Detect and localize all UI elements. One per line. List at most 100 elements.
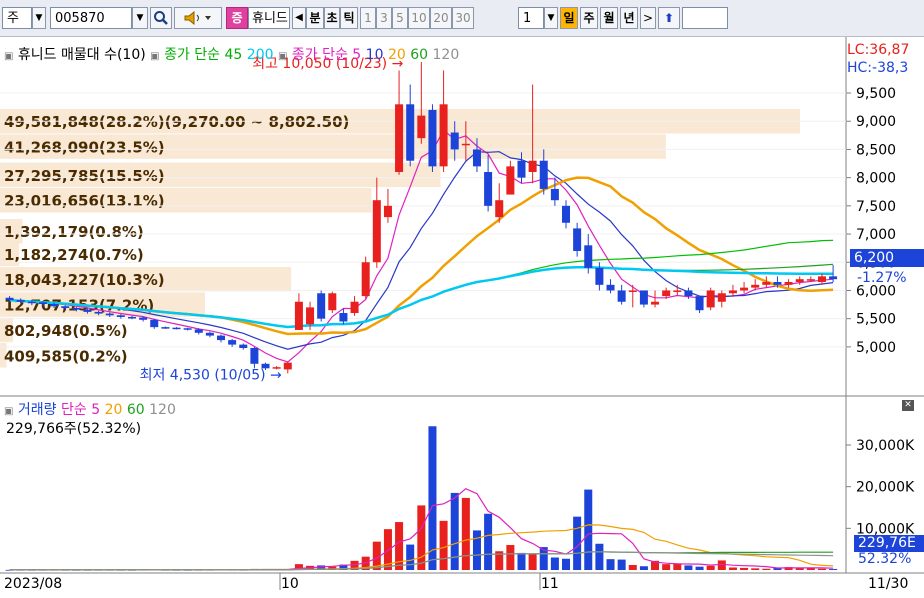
y-tick-label: 5,000 — [856, 340, 896, 356]
volume-bar — [428, 426, 437, 570]
badge-jeung: 증 — [226, 7, 248, 29]
speaker-icon[interactable] — [174, 7, 222, 29]
candle-body — [38, 302, 47, 304]
vol-y-tick-label: 30,000K — [856, 438, 915, 454]
period-tick-button[interactable]: 틱 — [340, 7, 358, 29]
period-second-button[interactable]: 초 — [324, 7, 340, 29]
legend-square-icon: ▣ — [277, 51, 288, 62]
x-label-start: 2023/08 — [4, 576, 63, 592]
volume-bar — [728, 567, 737, 570]
unit-30-button[interactable]: 30 — [452, 7, 474, 29]
candle-body — [573, 228, 582, 251]
candle-body — [684, 290, 693, 297]
period-week-button[interactable]: 주 — [580, 7, 598, 29]
period-day-button[interactable]: 일 — [560, 7, 578, 29]
toolbar: 주 ▼ 005870 ▼ 증 휴니드 ◀ 분 초 틱 1 3 5 10 20 3… — [0, 0, 924, 37]
unit-dropdown-icon[interactable]: ▼ — [544, 7, 558, 29]
volume-bar — [817, 568, 826, 570]
code-dropdown-icon[interactable]: ▼ — [132, 7, 148, 29]
market-dropdown-icon[interactable]: ▼ — [32, 7, 46, 29]
unit-20-button[interactable]: 20 — [430, 7, 452, 29]
candle-body — [105, 313, 114, 316]
candle-body — [116, 315, 125, 317]
candle-body — [617, 290, 626, 302]
candle-body — [294, 301, 303, 330]
market-select[interactable]: 주 — [2, 7, 32, 29]
candle-body — [784, 282, 793, 285]
search-icon[interactable] — [150, 7, 172, 29]
y-tick-label: 9,500 — [856, 86, 896, 102]
candle-body — [595, 267, 604, 285]
current-price-badge: 6,200 — [850, 249, 924, 267]
prev-arrow-icon[interactable]: ◀ — [292, 7, 306, 29]
candle-body — [439, 104, 448, 167]
volume-bar — [550, 557, 559, 570]
period-minute-button[interactable]: 분 — [306, 7, 324, 29]
unit-5-button[interactable]: 5 — [392, 7, 408, 29]
profile-label: 409,585(0.2%) — [4, 347, 128, 365]
legend-vol-ma60: 60 — [126, 402, 145, 418]
stock-name-field[interactable]: 휴니드 — [248, 7, 290, 29]
volume-bar — [806, 568, 815, 570]
candle-body — [829, 276, 838, 280]
volume-bar — [595, 543, 604, 570]
candle-body — [817, 276, 826, 282]
volume-bar — [528, 554, 537, 570]
volume-bar — [684, 565, 693, 570]
candle-body — [139, 317, 148, 320]
volume-bar — [695, 566, 704, 570]
stock-code-input[interactable]: 005870 — [50, 7, 132, 29]
candle-body — [795, 279, 804, 282]
vol-y-tick-label: 20,000K — [856, 480, 915, 496]
candle-body — [72, 307, 81, 310]
period-month-button[interactable]: 월 — [600, 7, 618, 29]
candle-body — [239, 344, 248, 348]
legend-square-icon: ▣ — [150, 51, 160, 62]
legend-square-icon: ▣ — [4, 51, 14, 62]
volume-bar — [740, 567, 749, 570]
candle-body — [383, 205, 392, 218]
unit-1-button[interactable]: 1 — [360, 7, 376, 29]
x-label-october: 10 — [281, 576, 299, 592]
candle-body — [5, 297, 14, 301]
y-tick-label: 5,500 — [856, 312, 896, 328]
legend-profile: 휴니드 매물대 수(10) — [17, 47, 146, 63]
candle-body — [161, 327, 170, 329]
candle-body — [695, 296, 704, 311]
candle-body — [461, 143, 470, 146]
candle-body — [728, 290, 737, 294]
candle-body — [628, 290, 637, 292]
legend-ma10: 10 — [365, 47, 384, 63]
candle-body — [50, 304, 59, 307]
unit-3-button[interactable]: 3 — [376, 7, 392, 29]
stock-code-value: 005870 — [55, 11, 105, 26]
chart-area[interactable]: 49,581,848(28.2%)(9,270.00 ~ 8,802.50) 41… — [0, 37, 924, 598]
candle-body — [27, 301, 36, 304]
candle-body — [706, 290, 715, 308]
candle-body — [662, 290, 671, 297]
blank-input[interactable] — [682, 7, 728, 29]
volume-bar — [751, 568, 760, 570]
hc-label: HC:-38,3 — [847, 60, 909, 76]
lc-label: LC:36,87 — [847, 42, 910, 58]
volume-info: 229,766주(52.32%) — [6, 421, 142, 437]
volume-legend: ▣ 거래량 단순 5 20 60 120 — [4, 399, 176, 419]
candle-body — [472, 149, 481, 167]
unit-input[interactable]: 1 — [518, 7, 544, 29]
profile-label: 49,581,848(28.2%)(9,270.00 ~ 8,802.50) — [4, 113, 349, 131]
candle-body — [561, 205, 571, 223]
y-tick-label: 8,500 — [856, 142, 896, 158]
candle-body — [673, 290, 682, 292]
unit-10-button[interactable]: 10 — [408, 7, 430, 29]
legend-vol-ma5: 단순 5 — [61, 402, 101, 418]
legend-vol-ma120: 120 — [149, 402, 176, 418]
low-annotation: 최저 4,530 (10/05) → — [140, 367, 282, 383]
candle-body — [194, 329, 203, 333]
candle-body — [550, 188, 559, 201]
up-arrow-icon[interactable]: ⬆ — [658, 7, 680, 29]
panel-close-icon[interactable]: ✕ — [902, 400, 914, 411]
volume-bar — [717, 560, 726, 570]
next-arrow-icon[interactable]: > — [640, 7, 656, 29]
legend-ma200: 200 — [246, 47, 274, 63]
period-year-button[interactable]: 년 — [620, 7, 638, 29]
